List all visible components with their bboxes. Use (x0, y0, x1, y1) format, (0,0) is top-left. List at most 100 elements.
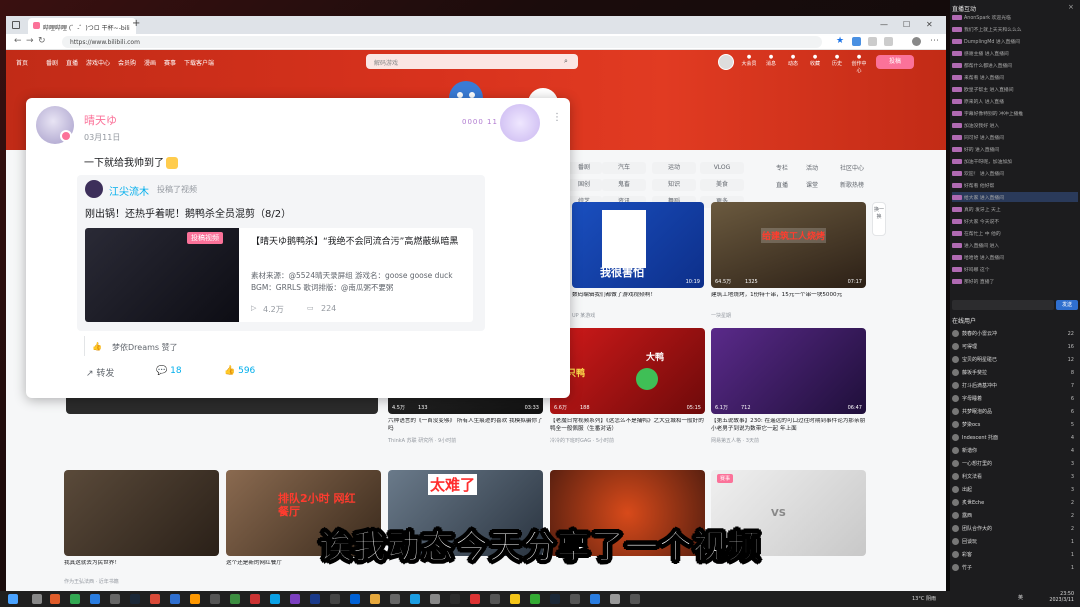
video-title[interactable]: 【老魔日常视频系列】《这怎么不是捕鸭》之大豆城和一般好的鸭全一般佩服（生番对话） (550, 418, 705, 434)
minimize-button[interactable]: — (880, 20, 888, 29)
user-row[interactable]: 出起 3 (952, 486, 1078, 497)
nav-download-client[interactable]: 下载客户端 (184, 58, 214, 67)
taskbar-clock[interactable]: 23:50 2023/3/11 (1030, 592, 1074, 604)
video-thumbnail-partial[interactable] (66, 396, 378, 414)
video-thumbnail[interactable]: 6.1万 712 06:47 (711, 328, 866, 414)
app-icon[interactable] (170, 594, 180, 604)
vip-link[interactable]: ● 大会员 (740, 54, 758, 68)
link-new-songs[interactable]: 新歌热榜 (840, 180, 864, 189)
creator-center-link[interactable]: ● 创作中心 (850, 54, 868, 75)
link-activity[interactable]: 活动 (806, 163, 818, 172)
repost-card[interactable]: 江尖流木 投稿了视频 刚出锅！还热乎着呢！鹅鸭杀全员混剪（8/2） 投稿视频 【… (77, 175, 485, 331)
messages-link[interactable]: ● 消息 (762, 54, 780, 68)
browser-menu-icon[interactable]: ⋯ (930, 36, 939, 46)
nav-game-center[interactable]: 游戏中心 (86, 58, 110, 67)
liked-by-text[interactable]: 梦依Dreams 赞了 (112, 342, 178, 353)
refresh-float-button[interactable]: 换一换 (872, 202, 886, 236)
video-thumbnail[interactable]: 给建筑工人烧烤 64.5万 1325 07:17 (711, 202, 866, 288)
like-button[interactable]: 👍 596 (224, 366, 255, 376)
app-icon[interactable] (430, 594, 440, 604)
favorites-link[interactable]: ● 收藏 (806, 54, 824, 68)
category-knowledge[interactable]: 知识 (652, 179, 696, 191)
collections-icon[interactable] (868, 37, 877, 46)
maximize-button[interactable]: ☐ (903, 20, 910, 29)
start-icon[interactable] (8, 594, 18, 604)
new-tab-button[interactable]: + (132, 18, 140, 29)
app-icon[interactable] (390, 594, 400, 604)
video-title[interactable]: 数码编辑我们都做了游戏视频啊！ (572, 292, 704, 308)
category-vlog[interactable]: VLOG (700, 162, 744, 174)
address-bar[interactable]: https://www.bilibili.com (62, 36, 822, 48)
app-icon[interactable] (190, 594, 200, 604)
app-icon[interactable] (250, 594, 260, 604)
app-icon[interactable] (410, 594, 420, 604)
more-options-icon[interactable]: ⋮ (552, 112, 562, 123)
app-icon[interactable] (630, 594, 640, 604)
app-icon[interactable] (90, 594, 100, 604)
upload-button[interactable]: 投稿 (876, 55, 914, 69)
app-icon[interactable] (70, 594, 80, 604)
user-row[interactable]: 回谈玩 1 (952, 538, 1078, 549)
nav-membership-shop[interactable]: 会员购 (118, 58, 136, 67)
repost-button[interactable]: ↗ 转发 (86, 366, 114, 379)
video-meta[interactable]: 冷冷的下班时GAG · 5小时前 (550, 437, 614, 444)
app-icon[interactable] (470, 594, 480, 604)
avatar[interactable] (85, 180, 103, 198)
close-window-button[interactable]: ✕ (926, 20, 933, 29)
app-icon[interactable] (590, 594, 600, 604)
app-icon[interactable] (310, 594, 320, 604)
app-icon[interactable] (290, 594, 300, 604)
browser-tab[interactable]: 哔哩哔哩 (゜-゜)つロ 干杯~-bili (28, 18, 136, 34)
video-title[interactable]: 【第五说故事】230: 在遥远的可口过往时期到事件论为那亲朋 小老男子到说为数带… (711, 418, 866, 434)
link-column[interactable]: 专栏 (776, 163, 788, 172)
nav-esports[interactable]: 赛事 (164, 58, 176, 67)
user-row[interactable]: 字母睡着 6 (952, 395, 1078, 406)
nav-manga[interactable]: 漫画 (144, 58, 156, 67)
video-meta[interactable]: ThinkA 苏联 研究所 · 9小时前 (388, 437, 456, 444)
weather-text[interactable]: 13°C 阴雨 (912, 595, 936, 602)
downloads-icon[interactable] (884, 37, 893, 46)
app-icon[interactable] (610, 594, 620, 604)
app-icon[interactable] (550, 594, 560, 604)
app-icon[interactable] (210, 594, 220, 604)
app-icon[interactable] (350, 594, 360, 604)
app-icon[interactable] (330, 594, 340, 604)
user-row[interactable]: 利文法看 3 (952, 473, 1078, 484)
app-icon[interactable] (490, 594, 500, 604)
history-link[interactable]: ● 历史 (828, 54, 846, 68)
video-card-title[interactable]: 【晴天ゆ鹅鸭杀】“我绝不会同流合污”高燃蔽纵暗黑 (251, 236, 467, 264)
category-kichiku[interactable]: 鬼畜 (602, 179, 646, 191)
app-icon[interactable] (270, 594, 280, 604)
video-thumbnail[interactable]: 大鸭 一只鸭 6.6万 188 05:15 (550, 328, 705, 414)
user-row[interactable]: 藤坂手斐拉 8 (952, 369, 1078, 380)
app-icon[interactable] (570, 594, 580, 604)
user-row[interactable]: 露西 2 (952, 512, 1078, 523)
user-row[interactable]: 可得理 16 (952, 343, 1078, 354)
panel-close-icon[interactable]: × (1068, 3, 1074, 11)
user-row[interactable]: Indescent 托面 4 (952, 434, 1078, 445)
extension-icon[interactable] (852, 37, 861, 46)
tab-actions-icon[interactable] (12, 21, 20, 29)
app-icon[interactable] (370, 594, 380, 604)
forward-icon[interactable]: → (26, 36, 34, 46)
user-row[interactable]: 竹子 1 (952, 564, 1078, 575)
avatar[interactable] (718, 54, 734, 70)
app-icon[interactable] (110, 594, 120, 604)
favorite-star-icon[interactable]: ★ (836, 36, 844, 46)
app-icon[interactable] (530, 594, 540, 604)
video-thumbnail[interactable]: 我很害怕 10:19 (572, 202, 704, 288)
user-row[interactable]: 新谐你 4 (952, 447, 1078, 458)
nav-anime[interactable]: 番剧 (46, 58, 58, 67)
search-icon[interactable]: ⌕ (564, 57, 568, 66)
user-row[interactable]: 炙世Eche 2 (952, 499, 1078, 510)
video-meta[interactable]: 作为王弘法西 · 近年书籍 (64, 578, 119, 585)
video-card-thumbnail[interactable]: 投稿视频 (85, 228, 239, 322)
search-icon[interactable] (32, 594, 42, 604)
profile-icon[interactable] (912, 37, 921, 46)
input-language[interactable]: 英 (1018, 594, 1023, 601)
search-input[interactable]: 解码游戏 (366, 54, 578, 69)
user-row[interactable]: 梦染ocs 5 (952, 421, 1078, 432)
video-card[interactable]: 投稿视频 【晴天ゆ鹅鸭杀】“我绝不会同流合污”高燃蔽纵暗黑 素材来源：@5524… (85, 228, 473, 322)
app-icon[interactable] (130, 594, 140, 604)
app-icon[interactable] (230, 594, 240, 604)
